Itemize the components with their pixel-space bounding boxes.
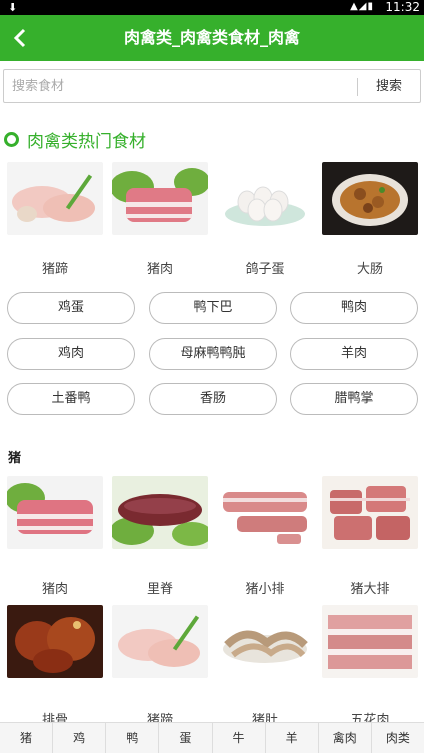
- category-tab-pig[interactable]: 猪: [0, 723, 54, 753]
- hot-item-label[interactable]: 猪肉: [108, 258, 212, 277]
- pig-item-image-big-ribs[interactable]: [322, 476, 418, 549]
- pig-item-label[interactable]: 猪大排: [318, 578, 422, 597]
- category-tab-poultry[interactable]: 禽肉: [319, 723, 372, 753]
- ingredient-pill[interactable]: 香肠: [149, 383, 277, 415]
- hot-item-label[interactable]: 猪蹄: [3, 258, 107, 277]
- category-tab-chicken[interactable]: 鸡: [53, 723, 107, 753]
- ingredient-pill[interactable]: 鸭肉: [290, 292, 418, 324]
- pigeon-egg-image: [217, 162, 313, 235]
- ingredient-pill[interactable]: 土番鸭: [7, 383, 135, 415]
- tenderloin-image: [112, 476, 208, 549]
- category-tab-duck[interactable]: 鸭: [106, 723, 160, 753]
- tripe-image: [217, 605, 313, 678]
- hot-item-image-pigeon-egg[interactable]: [217, 162, 313, 235]
- hot-section-title: 肉禽类热门食材: [4, 128, 146, 152]
- pig-item-image-spare-ribs[interactable]: [7, 605, 103, 678]
- category-tab-beef[interactable]: 牛: [213, 723, 266, 753]
- status-time: 11:32: [385, 0, 420, 14]
- search-input[interactable]: 搜索食材: [12, 70, 64, 104]
- ring-icon: [4, 131, 19, 147]
- hot-title-text: 肉禽类热门食材: [27, 131, 146, 152]
- category-tab-lamb[interactable]: 羊: [266, 723, 319, 753]
- category-tab-meat[interactable]: 肉类: [372, 723, 424, 753]
- pig-item-label[interactable]: 猪小排: [213, 578, 317, 597]
- category-bottom-nav: 猪 鸡 鸭 蛋 牛 羊 禽肉 肉类: [0, 722, 424, 753]
- spare-ribs-image: [7, 605, 103, 678]
- big-ribs-image: [322, 476, 418, 549]
- hot-item-image-pork[interactable]: [112, 162, 208, 235]
- intestine-image: [322, 162, 418, 235]
- pork-belly-image: [322, 605, 418, 678]
- hot-item-label[interactable]: 鸽子蛋: [213, 258, 317, 277]
- search-button[interactable]: 搜索: [358, 70, 420, 104]
- ingredient-pill[interactable]: 鸭下巴: [149, 292, 277, 324]
- pork-image: [112, 162, 208, 235]
- pig-item-image-trotter[interactable]: [112, 605, 208, 678]
- ingredient-pill[interactable]: 母麻鸭鸭肫: [149, 338, 277, 370]
- ingredient-pill[interactable]: 羊肉: [290, 338, 418, 370]
- status-bar: ⬇ ▲◢▮ 11:32: [0, 0, 424, 15]
- section-title-pig: 猪: [8, 451, 22, 466]
- hot-item-image-pig-trotter[interactable]: [7, 162, 103, 235]
- app-header: 肉禽类_肉禽类食材_肉禽: [0, 15, 424, 61]
- pig-item-image-small-ribs[interactable]: [217, 476, 313, 549]
- pig-item-label[interactable]: 猪肉: [3, 578, 107, 597]
- pig-trotter-image: [112, 605, 208, 678]
- page-title: 肉禽类_肉禽类食材_肉禽: [123, 28, 300, 47]
- search-bar: 搜索食材 搜索: [3, 69, 421, 103]
- hot-item-label[interactable]: 大肠: [318, 258, 422, 277]
- pig-item-image-pork[interactable]: [7, 476, 103, 549]
- ingredient-pill[interactable]: 鸡肉: [7, 338, 135, 370]
- ingredient-pill[interactable]: 腊鸭掌: [290, 383, 418, 415]
- pig-item-image-tenderloin[interactable]: [112, 476, 208, 549]
- ingredient-pill[interactable]: 鸡蛋: [7, 292, 135, 324]
- pig-item-label[interactable]: 里脊: [108, 578, 212, 597]
- download-icon: ⬇: [8, 1, 18, 14]
- hot-item-image-intestine[interactable]: [322, 162, 418, 235]
- small-ribs-image: [217, 476, 313, 549]
- pork-image: [7, 476, 103, 549]
- pig-item-image-tripe[interactable]: [217, 605, 313, 678]
- pig-trotter-image: [7, 162, 103, 235]
- signal-icon: ▲◢▮: [350, 1, 374, 12]
- pig-item-image-pork-belly[interactable]: [322, 605, 418, 678]
- category-tab-egg[interactable]: 蛋: [159, 723, 213, 753]
